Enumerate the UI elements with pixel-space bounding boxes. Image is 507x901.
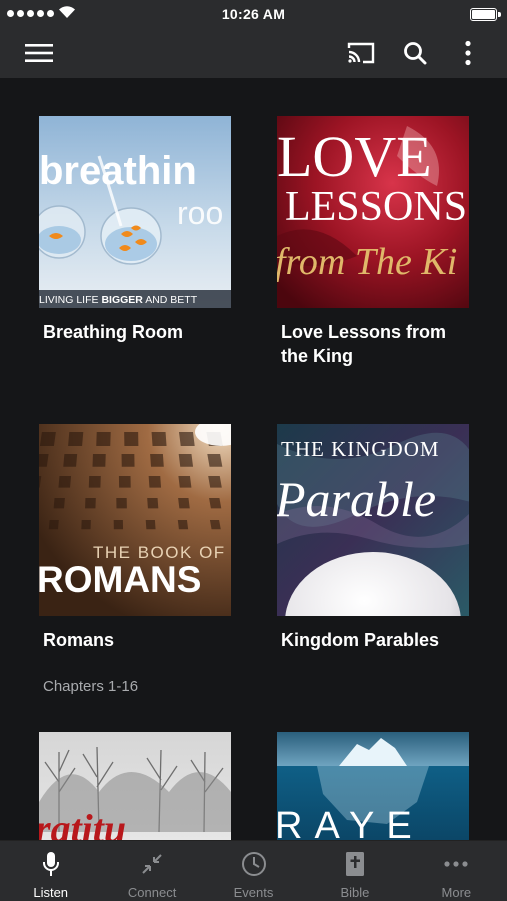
search-button[interactable] [395, 33, 435, 73]
bible-icon [345, 852, 364, 876]
series-card-love-lessons[interactable]: LOVE LESSONS from The Ki Love Lessons fr… [277, 116, 469, 376]
series-artwork: RAYE [277, 732, 469, 840]
more-vert-icon [465, 40, 471, 66]
bottom-tab-bar: Listen Connect Events Bible More [0, 840, 507, 901]
series-title: Love Lessons from the King [281, 322, 447, 366]
battery-icon [470, 8, 501, 21]
cast-icon [347, 42, 375, 64]
series-title: Romans [43, 630, 115, 650]
status-bar: 10:26 AM [0, 0, 507, 28]
search-icon [404, 42, 427, 65]
tab-bible[interactable]: Bible [304, 841, 405, 901]
series-card-romans[interactable]: THE BOOK OF ROMANS Romans Chapters 1-16 [39, 424, 231, 695]
connect-arrows-icon [142, 854, 162, 874]
series-subtitle: Chapters 1-16 [43, 678, 139, 695]
tab-label: Connect [127, 885, 177, 900]
menu-icon [25, 44, 53, 62]
artwork-title-text-2: LESSONS [285, 184, 467, 230]
series-card-breathing-room[interactable]: breathin roo LIVING LIFE BIGGER AND BETT… [39, 116, 231, 376]
series-card-kingdom-parables[interactable]: THE KINGDOM Parable Kingdom Parables [277, 424, 469, 684]
tab-events[interactable]: Events [203, 841, 304, 901]
artwork-title-text: Parable [277, 471, 436, 527]
artwork-title-text: RAYE [277, 805, 424, 840]
cast-button[interactable] [341, 33, 381, 73]
overflow-menu-button[interactable] [448, 33, 488, 73]
series-artwork: LOVE LESSONS from The Ki [277, 116, 469, 308]
tab-more[interactable]: More [406, 841, 507, 901]
menu-button[interactable] [19, 33, 59, 73]
artwork-title-text: LOVE [277, 124, 432, 189]
app-bar [0, 28, 507, 78]
artwork-subtitle-text: THE KINGDOM [281, 437, 440, 461]
artwork-subtitle-text: roo [177, 195, 223, 231]
tab-listen[interactable]: Listen [0, 841, 101, 901]
more-horiz-icon [444, 861, 468, 867]
tab-label: Events [233, 885, 274, 900]
clock-icon [241, 852, 266, 876]
status-time: 10:26 AM [221, 6, 286, 22]
series-grid: breathin roo LIVING LIFE BIGGER AND BETT… [0, 78, 507, 840]
microphone-icon [42, 852, 59, 876]
artwork-tagline: LIVING LIFE BIGGER AND BETT [39, 294, 198, 306]
artwork-title-text: ROMANS [39, 559, 201, 600]
series-card-prayer[interactable]: RAYE [277, 732, 469, 840]
series-title: Breathing Room [43, 322, 184, 342]
series-artwork: THE KINGDOM Parable [277, 424, 469, 616]
tab-label: Bible [340, 885, 370, 900]
artwork-title-text: breathin [39, 149, 197, 193]
series-title: Kingdom Parables [281, 630, 440, 650]
series-artwork: breathin roo LIVING LIFE BIGGER AND BETT [39, 116, 231, 308]
tab-label: More [441, 885, 472, 900]
artwork-script-text: from The Ki [277, 241, 457, 283]
artwork-title-text: ratitu [39, 806, 126, 840]
series-artwork: ratitu [39, 732, 231, 840]
tab-connect[interactable]: Connect [101, 841, 202, 901]
series-card-snow[interactable]: ratitu [39, 732, 231, 840]
series-artwork: THE BOOK OF ROMANS [39, 424, 231, 616]
tab-label: Listen [33, 885, 69, 900]
